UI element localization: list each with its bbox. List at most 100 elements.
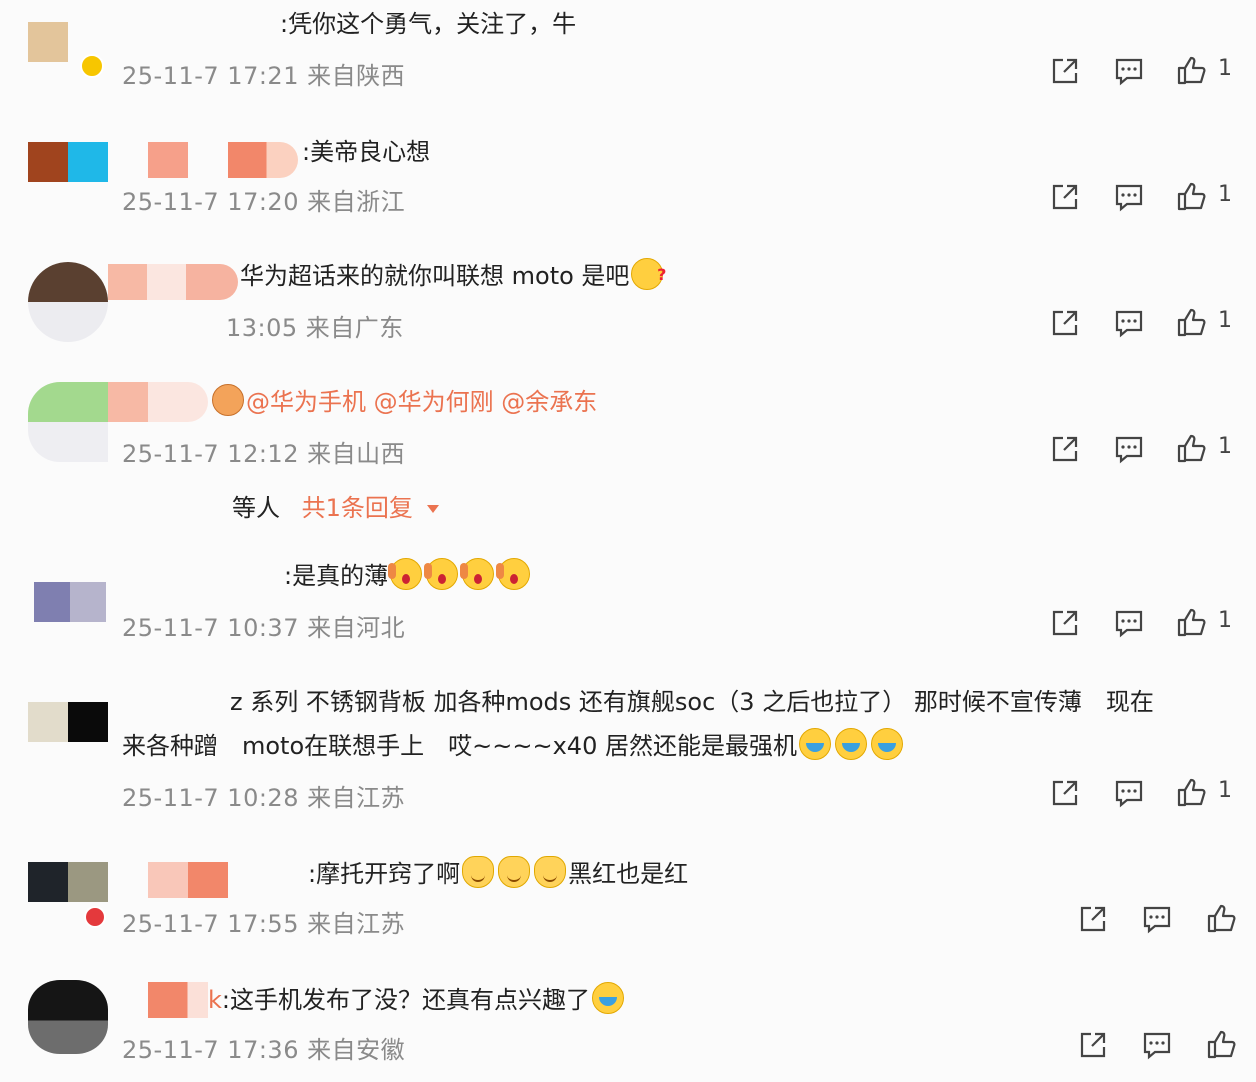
comment-icon[interactable]: [1112, 776, 1146, 810]
comment-meta: 25-11-7 17:20 来自浙江: [122, 188, 406, 216]
comment-text-body: :是真的薄: [284, 562, 389, 590]
comment-text-body: 华为超话来的就你叫联想 moto 是吧: [240, 262, 630, 290]
comment-meta: 13:05 来自广东: [226, 314, 404, 342]
username-redacted: [148, 142, 188, 178]
comment-icon[interactable]: [1112, 306, 1146, 340]
like-count: 1: [1218, 608, 1232, 633]
comment-actions: 1: [1048, 606, 1248, 642]
cat-emoji-icon: [462, 856, 495, 888]
share-icon[interactable]: [1076, 902, 1110, 936]
share-icon[interactable]: [1048, 54, 1082, 88]
laugh-cry-emoji-icon: [592, 982, 624, 1014]
view-replies-label: 共1条回复: [301, 494, 413, 522]
avatar[interactable]: [28, 862, 108, 902]
like-count: 1: [1218, 308, 1232, 333]
comment-text: k:这手机发布了没？还真有点兴趣了: [208, 978, 1226, 1022]
comment-actions: 1: [1048, 306, 1248, 342]
like-icon[interactable]: [1174, 776, 1208, 810]
comment-text: :美帝良心想: [302, 138, 431, 166]
like-count: 1: [1218, 434, 1232, 459]
verified-badge-icon: [80, 54, 104, 78]
comment-actions: 1: [1048, 54, 1248, 90]
comment-text-body: 来各种蹭 moto在联想手上 哎~~~~x40 居然还能是最强机: [122, 732, 797, 760]
like-icon[interactable]: [1174, 432, 1208, 466]
comment-meta: 25-11-7 12:12 来自山西: [122, 440, 406, 468]
share-icon[interactable]: [1048, 606, 1082, 640]
comment-icon[interactable]: [1112, 606, 1146, 640]
thinking-emoji-icon: [631, 253, 666, 297]
comment-text: 华为超话来的就你叫联想 moto 是吧: [240, 253, 1226, 298]
like-count: 1: [1218, 56, 1232, 81]
scream-emoji-icon: [496, 558, 531, 590]
share-icon[interactable]: [1048, 432, 1082, 466]
comment-actions: 1: [1048, 776, 1248, 812]
username-redacted: [228, 142, 298, 178]
scream-emoji-icon: [460, 558, 495, 590]
chevron-down-icon: [426, 505, 439, 513]
username-redacted: [148, 982, 208, 1018]
avatar[interactable]: [34, 582, 106, 622]
comment-text: @华为手机 @华为何刚 @余承东: [210, 380, 1226, 424]
like-icon[interactable]: [1204, 1028, 1238, 1062]
reply-author: 等人: [232, 494, 280, 522]
comment-item: :凭你这个勇气，关注了，牛 25-11-7 17:21 来自陕西 1: [0, 0, 1256, 120]
avatar-badge-icon: [84, 906, 106, 928]
comment-text: z 系列 不锈钢背板 加各种mods 还有旗舰soc（3 之后也拉了） 那时候不…: [230, 688, 1154, 716]
comment-icon[interactable]: [1112, 180, 1146, 214]
comment-meta: 25-11-7 17:21 来自陕西: [122, 62, 406, 90]
like-icon[interactable]: [1174, 306, 1208, 340]
scream-emoji-icon: [424, 558, 459, 590]
like-icon[interactable]: [1204, 902, 1238, 936]
comment-item: z 系列 不锈钢背板 加各种mods 还有旗舰soc（3 之后也拉了） 那时候不…: [0, 678, 1256, 838]
scream-emoji-icon: [388, 558, 423, 590]
share-icon[interactable]: [1076, 1028, 1110, 1062]
share-icon[interactable]: [1048, 180, 1082, 214]
avatar[interactable]: [28, 262, 108, 342]
avatar[interactable]: [28, 142, 108, 182]
laugh-cry-emoji-icon: [798, 728, 831, 760]
comment-text-body: :摩托开窍了啊: [308, 860, 461, 888]
share-icon[interactable]: [1048, 776, 1082, 810]
username-redacted: [108, 264, 238, 300]
laugh-cry-emoji-icon: [870, 728, 903, 760]
avatar[interactable]: [28, 702, 108, 742]
comment-icon[interactable]: [1112, 54, 1146, 88]
comment-meta: 25-11-7 10:28 来自江苏: [122, 784, 406, 812]
comment-meta: 25-11-7 17:36 来自安徽: [122, 1036, 406, 1064]
comment-actions: 1: [1048, 180, 1248, 216]
reply-summary: 等人 共1条回复: [232, 488, 439, 523]
comment-icon[interactable]: [1140, 902, 1174, 936]
comment-item: 华为超话来的就你叫联想 moto 是吧 13:05 来自广东 1: [0, 252, 1256, 372]
mention-links[interactable]: @华为手机 @华为何刚 @余承东: [246, 388, 597, 416]
comment-item: :美帝良心想 25-11-7 17:20 来自浙江 1: [0, 126, 1256, 246]
comment-meta: 25-11-7 10:37 来自河北: [122, 614, 406, 642]
cat-emoji-icon: [498, 856, 531, 888]
view-replies-link[interactable]: 共1条回复: [302, 494, 439, 522]
comment-meta: 25-11-7 17:55 来自江苏: [122, 910, 406, 938]
comment-item: k:这手机发布了没？还真有点兴趣了 25-11-7 17:36 来自安徽: [0, 974, 1256, 1082]
comment-text-continued: 来各种蹭 moto在联想手上 哎~~~~x40 居然还能是最强机: [122, 724, 1226, 768]
cat-emoji-icon: [534, 856, 567, 888]
comment-text-body: :这手机发布了没？还真有点兴趣了: [221, 986, 590, 1014]
avatar[interactable]: [28, 22, 68, 62]
avatar[interactable]: [28, 382, 108, 462]
like-icon[interactable]: [1174, 180, 1208, 214]
comment-item: :摩托开窍了啊 黑红也是红 25-11-7 17:55 来自江苏: [0, 848, 1256, 968]
cat-emoji-icon: [212, 384, 244, 416]
share-icon[interactable]: [1048, 306, 1082, 340]
comment-actions: [1076, 1028, 1246, 1064]
avatar[interactable]: [28, 980, 108, 1054]
comment-text: :凭你这个勇气，关注了，牛: [280, 10, 577, 38]
like-icon[interactable]: [1174, 54, 1208, 88]
comment-actions: 1: [1048, 432, 1248, 468]
username-fragment: k: [208, 986, 222, 1014]
like-icon[interactable]: [1174, 606, 1208, 640]
laugh-cry-emoji-icon: [834, 728, 867, 760]
username-redacted: [148, 862, 228, 898]
comment-text: :是真的薄: [284, 554, 1226, 598]
comment-actions: [1076, 902, 1246, 938]
comment-icon[interactable]: [1140, 1028, 1174, 1062]
comment-icon[interactable]: [1112, 432, 1146, 466]
like-count: 1: [1218, 778, 1232, 803]
username-redacted: [108, 382, 208, 422]
